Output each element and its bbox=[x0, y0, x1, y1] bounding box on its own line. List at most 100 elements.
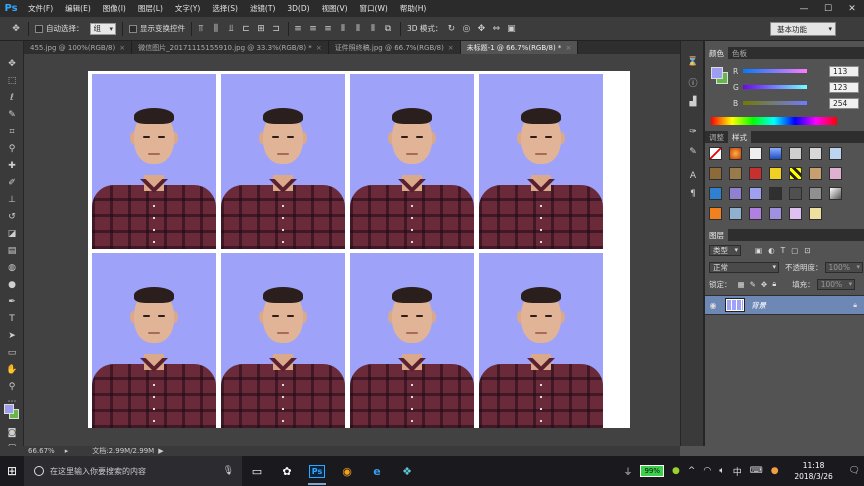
system-clock[interactable]: 11:18 2018/3/26 bbox=[783, 460, 845, 482]
lasso-tool-icon[interactable]: ℓ bbox=[2, 91, 22, 105]
style-preset-swatch[interactable] bbox=[829, 167, 842, 180]
taskbar-search-box[interactable]: 在这里输入你要搜索的内容 🎙︎ bbox=[24, 456, 242, 486]
microphone-icon[interactable]: 🎙︎ bbox=[223, 466, 234, 476]
workspace-switcher[interactable]: 基本功能 bbox=[770, 22, 836, 36]
lock-all-icon[interactable]: 🔒︎ bbox=[772, 279, 776, 289]
document-canvas[interactable] bbox=[88, 71, 630, 428]
blend-mode-dropdown[interactable]: 正常 bbox=[709, 261, 779, 273]
align-left-icon[interactable]: ⊏ bbox=[240, 23, 252, 35]
properties-icon[interactable]: ⓘ bbox=[685, 75, 701, 89]
show-transform-option[interactable]: 显示变换控件 bbox=[129, 23, 185, 34]
opacity-input[interactable]: 100% bbox=[824, 261, 863, 273]
battery-indicator[interactable]: 99% bbox=[640, 465, 665, 477]
style-preset-swatch[interactable] bbox=[729, 147, 742, 160]
menu-file[interactable]: 文件(F) bbox=[22, 3, 59, 14]
crop-tool-icon[interactable]: ⌗ bbox=[2, 125, 22, 139]
lock-pixels-icon[interactable]: ✎ bbox=[750, 280, 756, 289]
quick-select-tool-icon[interactable]: ✎ bbox=[2, 108, 22, 122]
brush-preset-icon[interactable]: ✑ bbox=[685, 125, 701, 139]
tab-color[interactable]: 颜色 bbox=[705, 47, 728, 59]
marquee-tool-icon[interactable]: ⬚ bbox=[2, 74, 22, 88]
tab-layers[interactable]: 图层 bbox=[705, 229, 728, 241]
style-preset-swatch[interactable] bbox=[809, 207, 822, 220]
menu-filter[interactable]: 滤镜(T) bbox=[244, 3, 281, 14]
status-arrow-icon[interactable]: ▶ bbox=[158, 447, 163, 455]
tab-doc-2[interactable]: 微信图片_20171115155910.jpg @ 33.3%(RGB/8) *… bbox=[132, 41, 329, 54]
tab-doc-3[interactable]: 证件照终稿.jpg @ 66.7%(RGB/8) × bbox=[329, 41, 461, 54]
distribute-vcenter-icon[interactable]: ≡ bbox=[307, 23, 319, 35]
style-preset-swatch[interactable] bbox=[749, 187, 762, 200]
style-preset-swatch[interactable] bbox=[729, 167, 742, 180]
style-preset-swatch[interactable] bbox=[769, 187, 782, 200]
style-preset-swatch[interactable] bbox=[749, 207, 762, 220]
b-value-input[interactable]: 254 bbox=[829, 97, 859, 109]
style-preset-swatch[interactable] bbox=[789, 147, 802, 160]
photoshop-taskbar-icon[interactable]: Ps bbox=[302, 456, 332, 486]
style-preset-swatch[interactable] bbox=[709, 167, 722, 180]
status-menu-icon[interactable]: ▸ bbox=[65, 447, 69, 455]
distribute-top-icon[interactable]: ≡ bbox=[292, 23, 304, 35]
visibility-eye-icon[interactable]: ◉ bbox=[705, 301, 721, 310]
style-preset-swatch[interactable] bbox=[789, 167, 802, 180]
style-preset-swatch[interactable] bbox=[709, 187, 722, 200]
menu-edit[interactable]: 编辑(E) bbox=[59, 3, 97, 14]
lock-transparent-icon[interactable]: ▦ bbox=[738, 280, 745, 289]
task-view-icon[interactable]: ▭ bbox=[242, 456, 272, 486]
move-tool-icon[interactable]: ✥ bbox=[2, 57, 22, 71]
menu-3d[interactable]: 3D(D) bbox=[281, 4, 315, 13]
close-button[interactable]: ✕ bbox=[840, 0, 864, 17]
edge-icon[interactable]: e bbox=[362, 456, 392, 486]
menu-window[interactable]: 窗口(W) bbox=[354, 3, 394, 14]
canvas-area[interactable] bbox=[24, 54, 680, 446]
tab-close-icon[interactable]: × bbox=[565, 44, 571, 52]
hand-tool-icon[interactable]: ✋ bbox=[2, 363, 22, 377]
style-preset-swatch[interactable] bbox=[729, 187, 742, 200]
style-preset-swatch[interactable] bbox=[729, 207, 742, 220]
style-preset-swatch[interactable] bbox=[809, 187, 822, 200]
g-slider[interactable] bbox=[743, 85, 807, 89]
eyedropper-tool-icon[interactable]: ⚲ bbox=[2, 142, 22, 156]
healing-brush-tool-icon[interactable]: ✚ bbox=[2, 159, 22, 173]
show-hidden-icons[interactable]: ^ bbox=[688, 466, 696, 476]
brush-settings-icon[interactable]: ✎ bbox=[685, 145, 701, 159]
minimize-button[interactable]: — bbox=[792, 0, 816, 17]
wifi-icon[interactable]: ◠ bbox=[703, 466, 711, 476]
character-icon[interactable]: A bbox=[685, 169, 701, 183]
app-tray-icon[interactable]: ● bbox=[672, 466, 680, 476]
auto-select-dropdown[interactable]: 组 bbox=[89, 22, 116, 35]
style-preset-swatch[interactable] bbox=[769, 207, 782, 220]
filter-type-icon[interactable]: T bbox=[781, 246, 786, 255]
power-plug-icon[interactable]: ⏚ bbox=[623, 465, 632, 478]
volume-icon[interactable]: 🔈︎ bbox=[719, 466, 724, 476]
style-preset-swatch[interactable] bbox=[769, 147, 782, 160]
auto-align-icon[interactable]: ⧉ bbox=[382, 23, 394, 35]
style-preset-swatch[interactable] bbox=[809, 147, 822, 160]
auto-select-checkbox[interactable] bbox=[35, 24, 43, 33]
3d-roll-icon[interactable]: ◎ bbox=[460, 23, 472, 35]
layer-kind-filter[interactable]: 类型 bbox=[709, 244, 741, 256]
blur-tool-icon[interactable]: ◍ bbox=[2, 261, 22, 275]
align-top-icon[interactable]: ⫪ bbox=[195, 23, 207, 35]
style-preset-swatch[interactable] bbox=[709, 207, 722, 220]
colorful-app-icon[interactable]: ❖ bbox=[392, 456, 422, 486]
zoom-tool-icon[interactable]: ⚲ bbox=[2, 380, 22, 394]
style-preset-swatch[interactable] bbox=[709, 147, 722, 160]
style-preset-swatch[interactable] bbox=[829, 147, 842, 160]
brush-tool-icon[interactable]: ✐ bbox=[2, 176, 22, 190]
notification-icon[interactable]: 🗨︎ bbox=[849, 466, 860, 476]
3d-slide-icon[interactable]: ⇔ bbox=[490, 23, 502, 35]
gradient-tool-icon[interactable]: ▤ bbox=[2, 244, 22, 258]
r-value-input[interactable]: 113 bbox=[829, 65, 859, 77]
3d-rotate-icon[interactable]: ↻ bbox=[445, 23, 457, 35]
filter-smart-icon[interactable]: ⊡ bbox=[804, 246, 810, 255]
b-slider[interactable] bbox=[743, 101, 807, 105]
show-transform-checkbox[interactable] bbox=[129, 24, 137, 33]
eraser-tool-icon[interactable]: ◪ bbox=[2, 227, 22, 241]
dodge-tool-icon[interactable]: ● bbox=[2, 278, 22, 292]
histogram-icon[interactable]: ▟ bbox=[685, 95, 701, 109]
filter-adjust-icon[interactable]: ◐ bbox=[768, 246, 775, 255]
foreground-color-swatch[interactable] bbox=[4, 404, 14, 414]
distribute-left-icon[interactable]: ⦀ bbox=[337, 23, 349, 35]
tab-doc-4[interactable]: 未标题-1 @ 66.7%(RGB/8) * × bbox=[460, 41, 579, 54]
menu-layer[interactable]: 图层(L) bbox=[132, 3, 169, 14]
